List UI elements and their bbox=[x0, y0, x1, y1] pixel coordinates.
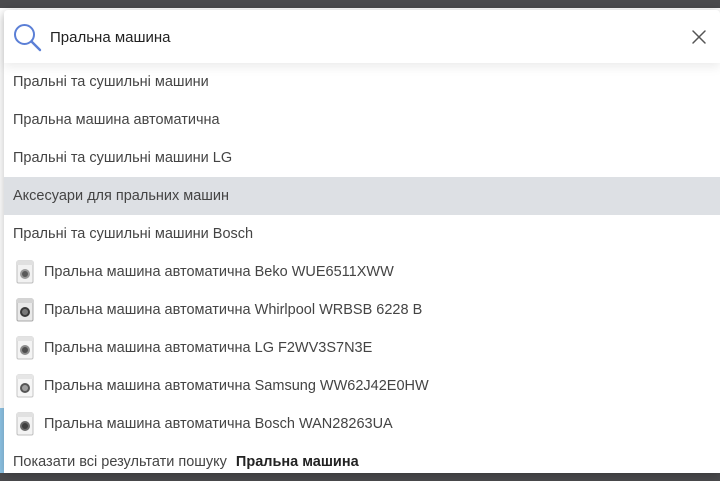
search-icon[interactable] bbox=[12, 22, 42, 52]
washing-machine-icon bbox=[16, 336, 34, 360]
suggestions-list: Пральні та сушильні машини Пральна машин… bbox=[4, 63, 720, 481]
close-icon[interactable] bbox=[691, 29, 707, 45]
suggestion-label: Пральні та сушильні машини LG bbox=[13, 150, 233, 166]
suggestion-item[interactable]: Пральна машина автоматична bbox=[4, 101, 720, 139]
show-all-results-link[interactable]: Показати всі результати пошуку Пральна м… bbox=[4, 443, 720, 481]
search-bar bbox=[4, 10, 720, 63]
suggestion-label: Пральна машина автоматична bbox=[13, 112, 220, 128]
washing-machine-icon bbox=[16, 374, 34, 398]
suggestion-label: Пральні та сушильні машини Bosch bbox=[13, 226, 254, 242]
suggestion-label: Пральні та сушильні машини bbox=[13, 74, 209, 90]
suggestion-item[interactable]: Пральні та сушильні машини LG bbox=[4, 139, 720, 177]
product-suggestion[interactable]: Пральна машина автоматична LG F2WV3S7N3E bbox=[4, 329, 720, 367]
product-suggestion[interactable]: Пральна машина автоматична Beko WUE6511X… bbox=[4, 253, 720, 291]
suggestion-item[interactable]: Пральні та сушильні машини Bosch bbox=[4, 215, 720, 253]
washing-machine-icon bbox=[16, 260, 34, 284]
search-input[interactable] bbox=[50, 24, 650, 50]
product-label: Пральна машина автоматична LG F2WV3S7N3E bbox=[44, 340, 373, 356]
product-suggestion[interactable]: Пральна машина автоматична Samsung WW62J… bbox=[4, 367, 720, 405]
product-label: Пральна машина автоматична Samsung WW62J… bbox=[44, 378, 429, 394]
search-panel: Пральні та сушильні машини Пральна машин… bbox=[4, 10, 720, 473]
show-all-query: Пральна машина bbox=[235, 454, 359, 470]
product-suggestion[interactable]: Пральна машина автоматична Whirlpool WRB… bbox=[4, 291, 720, 329]
product-label: Пральна машина автоматична Whirlpool WRB… bbox=[44, 302, 423, 318]
washing-machine-icon bbox=[16, 412, 34, 436]
suggestion-item[interactable]: Пральні та сушильні машини bbox=[4, 63, 720, 101]
product-suggestion[interactable]: Пральна машина автоматична Bosch WAN2826… bbox=[4, 405, 720, 443]
show-all-label: Показати всі результати пошуку bbox=[13, 454, 227, 470]
suggestion-item-highlighted[interactable]: Аксесуари для пральних машин bbox=[4, 177, 720, 215]
product-label: Пральна машина автоматична Beko WUE6511X… bbox=[44, 264, 394, 280]
washing-machine-icon bbox=[16, 298, 34, 322]
suggestion-label: Аксесуари для пральних машин bbox=[13, 188, 230, 204]
product-label: Пральна машина автоматична Bosch WAN2826… bbox=[44, 416, 393, 432]
